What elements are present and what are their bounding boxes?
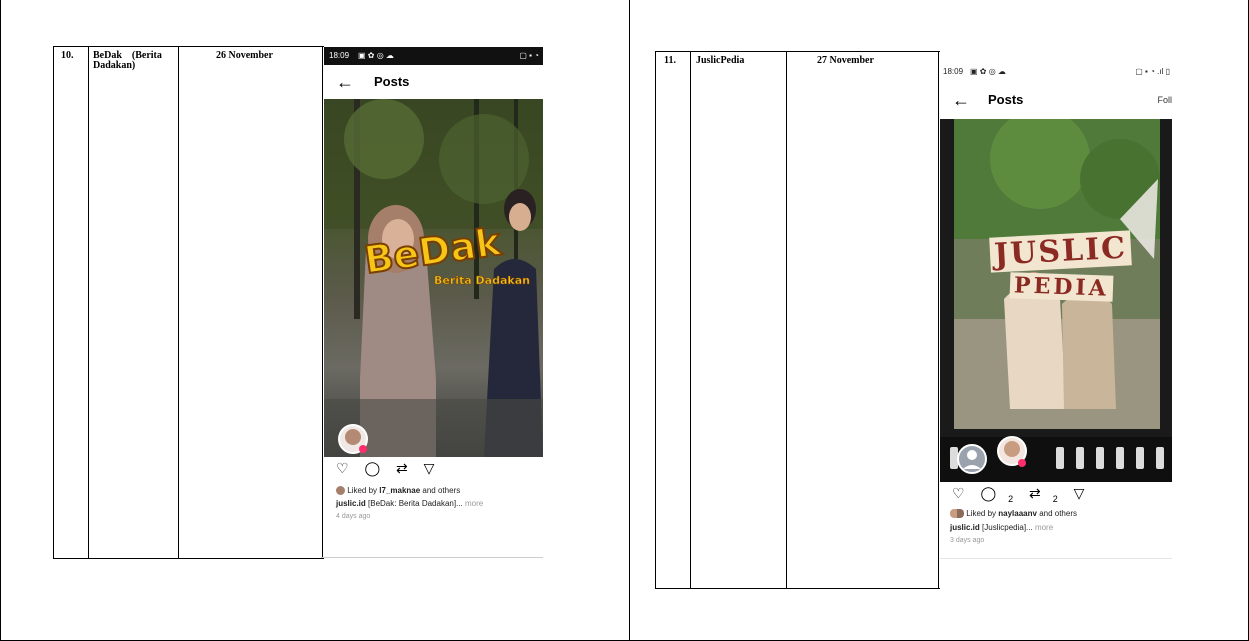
status-bar: 18:09 ▣ ✿ ◎ ☁ ▢ ▪ ◔	[324, 47, 543, 65]
row-date: 26 November	[216, 50, 273, 61]
juslic-overlay-line1: JUSLIC	[989, 230, 1132, 273]
liked-by-line: Liked by l7_maknae and others	[336, 486, 460, 496]
post-image-bedak[interactable]: BeDak Berita Dadakan	[324, 99, 543, 457]
photo-scene-graphic	[940, 119, 1172, 482]
divider	[940, 558, 1172, 559]
row-date: 27 November	[817, 55, 874, 66]
liker-avatar-icon	[336, 486, 345, 496]
repost-icon[interactable]: ⇄ 2	[1029, 485, 1058, 504]
header-title: Posts	[988, 92, 1024, 107]
phone-screenshot-juslicpedia: 18:09 ▣ ✿ ◎ ☁ ▢ ▪ ◔ .ıl ▯ ← Posts Foll J…	[940, 63, 1172, 588]
caption-line: juslic.id [BeDak: Berita Dadakan]... mor…	[336, 499, 484, 508]
status-bar: 18:09 ▣ ✿ ◎ ☁ ▢ ▪ ◔ .ıl ▯	[940, 63, 1172, 81]
bedak-overlay-subtitle: Berita Dadakan	[434, 274, 530, 288]
liker-avatars-icon	[950, 509, 964, 519]
row-number: 11.	[664, 55, 676, 66]
status-right-icons: ▢ ▪ ◔	[519, 51, 539, 60]
header-title: Posts	[374, 74, 410, 89]
share-icon[interactable]: ▽	[1074, 485, 1085, 501]
comment-icon[interactable]: ◯ 2	[980, 485, 1013, 504]
phone-screenshot-bedak: 18:09 ▣ ✿ ◎ ☁ ▢ ▪ ◔ ← Posts BeDak Berita…	[324, 47, 543, 557]
post-time-ago: 4 days ago	[336, 513, 371, 520]
follow-button[interactable]: Foll	[1157, 83, 1172, 117]
table-bottom-line	[321, 557, 543, 558]
share-icon[interactable]: ▽	[424, 460, 435, 476]
post-action-icons: ♡ ◯ 2 ⇄ 2 ▽	[952, 485, 1096, 504]
heart-icon[interactable]: ♡	[336, 460, 349, 476]
row-number: 10.	[61, 50, 74, 61]
table-row-11: 11. JuslicPedia 27 November	[655, 51, 940, 589]
status-icons: ▣ ✿ ◎ ☁	[358, 51, 394, 60]
heart-icon[interactable]: ♡	[952, 485, 965, 501]
repost-icon[interactable]: ⇄	[396, 460, 408, 476]
post-time-ago: 3 days ago	[950, 537, 985, 544]
comment-icon[interactable]: ◯	[364, 460, 380, 476]
juslic-overlay-line2: PEDIA	[1009, 272, 1114, 302]
posts-header: ← Posts	[324, 65, 543, 99]
status-icons: ▣ ✿ ◎ ☁	[970, 67, 1006, 76]
post-image-juslicpedia[interactable]: JUSLIC PEDIA	[940, 119, 1172, 482]
table-row-10: 10. BeDak (Berita Dadakan) 26 November	[53, 46, 324, 559]
liked-by-line: Liked by naylaaanv and others	[950, 509, 1077, 519]
status-right-icons: ▢ ▪ ◔ .ıl ▯	[1135, 67, 1170, 76]
caption-line: juslic.id [Juslicpedia]... more	[950, 523, 1054, 532]
row-title: JuslicPedia	[696, 55, 745, 66]
post-action-icons: ♡ ◯ ⇄ ▽	[336, 460, 446, 477]
back-arrow-icon[interactable]: ←	[952, 83, 970, 117]
row-title-line2: Dadakan)	[93, 60, 136, 71]
back-arrow-icon[interactable]: ←	[336, 65, 354, 99]
posts-header: ← Posts Foll	[940, 83, 1172, 117]
